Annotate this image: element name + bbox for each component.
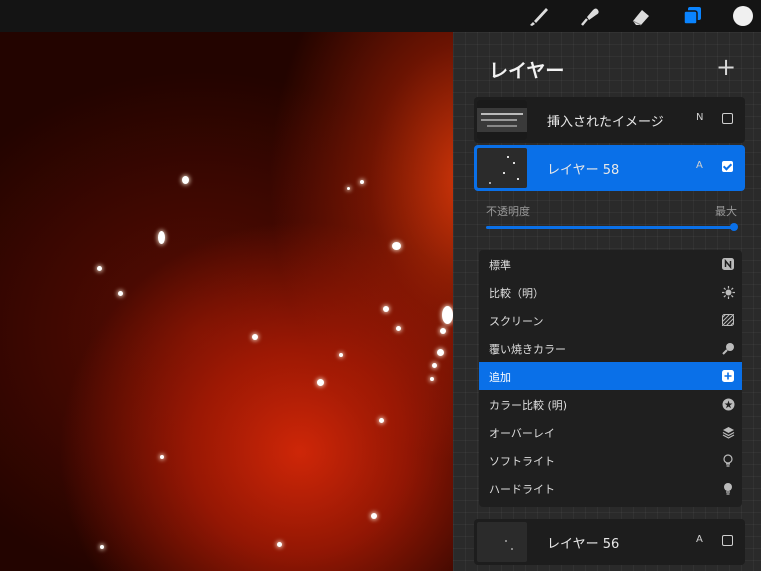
spark: [182, 176, 189, 184]
top-toolbar: [0, 0, 761, 32]
layer-row-layer-56[interactable]: レイヤー 56 A: [474, 519, 745, 565]
spark: [432, 363, 437, 368]
layer-row-layer-58[interactable]: レイヤー 58 A: [474, 145, 745, 191]
blend-mode-label: 標準: [489, 259, 511, 272]
blend-mode-label: スクリーン: [489, 315, 544, 328]
blend-mode-color-dodge[interactable]: 覆い焼きカラー: [479, 334, 742, 362]
blend-mode-label: ソフトライト: [489, 455, 555, 468]
spark: [392, 242, 401, 250]
spark: [442, 306, 453, 324]
blend-mode-lighten[interactable]: 比較（明）: [479, 278, 742, 306]
layer-blend-mode[interactable]: A: [696, 534, 703, 545]
brush-icon[interactable]: [526, 4, 552, 28]
opacity-max-label: 最大: [715, 205, 737, 218]
spark: [347, 187, 350, 190]
spark: [277, 542, 282, 547]
layer-row-inserted-image[interactable]: 挿入されたイメージ N: [474, 97, 745, 143]
spark: [100, 545, 104, 549]
spark: [160, 455, 164, 459]
layer-name: レイヤー 56: [547, 537, 620, 552]
spark: [430, 377, 434, 381]
blend-mode-menu: 標準 比較（明） スクリーン 覆い焼きカラー 追加 カラー比較 (明) オーバー…: [479, 250, 742, 507]
spark: [379, 418, 384, 423]
spark: [252, 334, 258, 340]
blend-mode-label: 追加: [489, 371, 511, 384]
blend-mode-hard-light[interactable]: ハードライト: [479, 474, 742, 502]
bulb-solid-icon: [721, 481, 735, 495]
sunburst-icon: [721, 285, 735, 299]
plus-square-icon: [721, 369, 735, 383]
blend-mode-label: 比較（明）: [489, 287, 544, 300]
star-circle-icon: [721, 397, 735, 411]
stack-icon: [721, 425, 735, 439]
spark: [317, 379, 324, 386]
spark: [118, 291, 123, 296]
spark: [437, 349, 444, 356]
normal-n-icon: [721, 257, 735, 271]
layer-thumbnail: [477, 100, 527, 140]
bulb-icon: [721, 453, 735, 467]
blend-mode-lighter-color[interactable]: カラー比較 (明): [479, 390, 742, 418]
opacity-slider[interactable]: [486, 226, 735, 229]
blend-mode-overlay[interactable]: オーバーレイ: [479, 418, 742, 446]
color-swatch-icon[interactable]: [730, 4, 756, 28]
spark: [158, 231, 165, 244]
blend-mode-normal[interactable]: 標準: [479, 250, 742, 278]
spark: [97, 266, 102, 271]
blend-mode-soft-light[interactable]: ソフトライト: [479, 446, 742, 474]
blend-mode-label: オーバーレイ: [489, 427, 555, 440]
layer-name: レイヤー 58: [547, 163, 620, 178]
smudge-icon[interactable]: [577, 4, 603, 28]
layer-visibility-checkbox[interactable]: [722, 535, 733, 546]
spark: [339, 353, 343, 357]
spark: [371, 513, 377, 519]
blend-mode-label: カラー比較 (明): [489, 399, 568, 412]
spark: [383, 306, 389, 312]
magnify-icon: [721, 341, 735, 355]
opacity-label: 不透明度: [486, 205, 530, 218]
layer-thumbnail: [477, 522, 527, 562]
layer-blend-mode[interactable]: N: [696, 112, 703, 123]
blend-mode-screen[interactable]: スクリーン: [479, 306, 742, 334]
drawing-canvas[interactable]: [0, 32, 453, 571]
opacity-slider-handle[interactable]: [730, 223, 738, 231]
eraser-icon[interactable]: [628, 4, 654, 28]
add-layer-button[interactable]: +: [715, 54, 737, 80]
layers-icon[interactable]: [679, 4, 705, 28]
layer-thumbnail: [477, 148, 527, 188]
panel-title: レイヤー: [489, 60, 565, 82]
layer-visibility-checkbox[interactable]: [722, 161, 733, 172]
layers-panel: レイヤー + 挿入されたイメージ N レイヤー 58 A 不透明度 最大 標準 …: [453, 32, 761, 571]
blend-mode-label: ハードライト: [489, 483, 555, 496]
spark: [396, 326, 401, 331]
layer-visibility-checkbox[interactable]: [722, 113, 733, 124]
blend-mode-label: 覆い焼きカラー: [489, 343, 566, 356]
layer-name: 挿入されたイメージ: [547, 115, 664, 130]
spark: [360, 180, 364, 184]
spark: [440, 328, 446, 334]
layer-blend-mode[interactable]: A: [696, 160, 703, 171]
hatch-icon: [721, 313, 735, 327]
blend-mode-add[interactable]: 追加: [479, 362, 742, 390]
